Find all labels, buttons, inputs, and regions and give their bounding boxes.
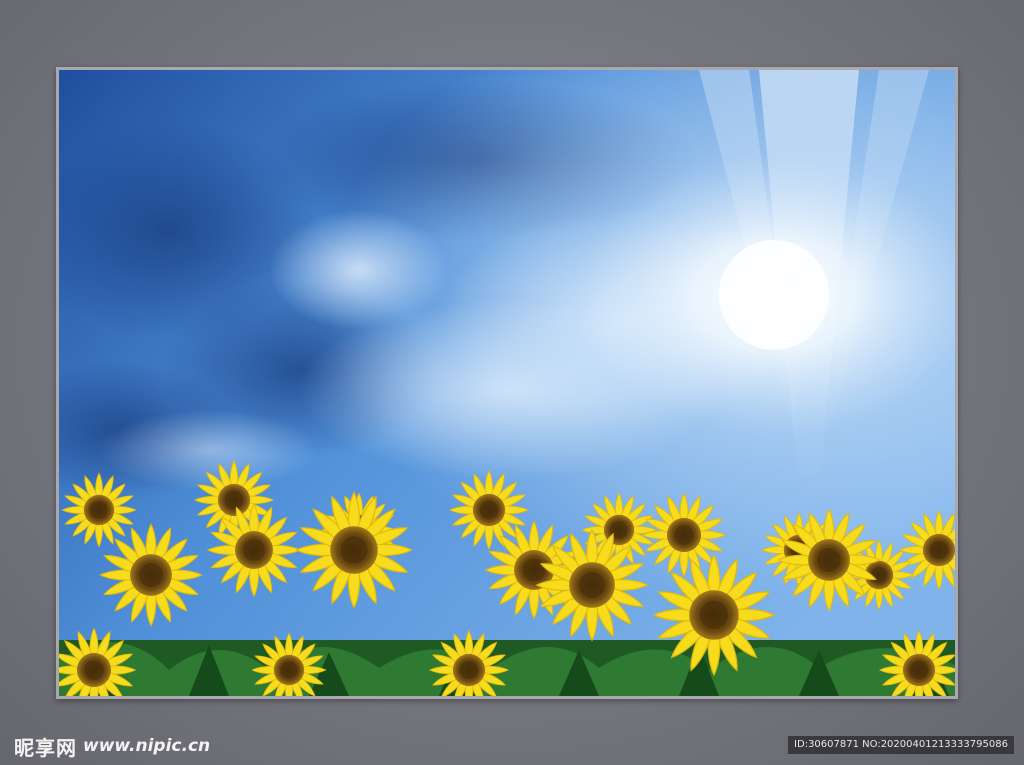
sunflower-leaves (59, 640, 955, 696)
sun-glow (59, 70, 955, 696)
image-id-label: ID:30607871 NO:20200401213333795086 (788, 736, 1014, 754)
site-url: www.nipic.cn (83, 736, 211, 756)
picture-frame (56, 67, 958, 699)
site-watermark: 昵享网 www.nipic.cn (14, 733, 211, 760)
site-logo-text: 昵享网 (14, 735, 77, 760)
sun (719, 240, 829, 350)
sunflower-field-photo (59, 70, 955, 696)
